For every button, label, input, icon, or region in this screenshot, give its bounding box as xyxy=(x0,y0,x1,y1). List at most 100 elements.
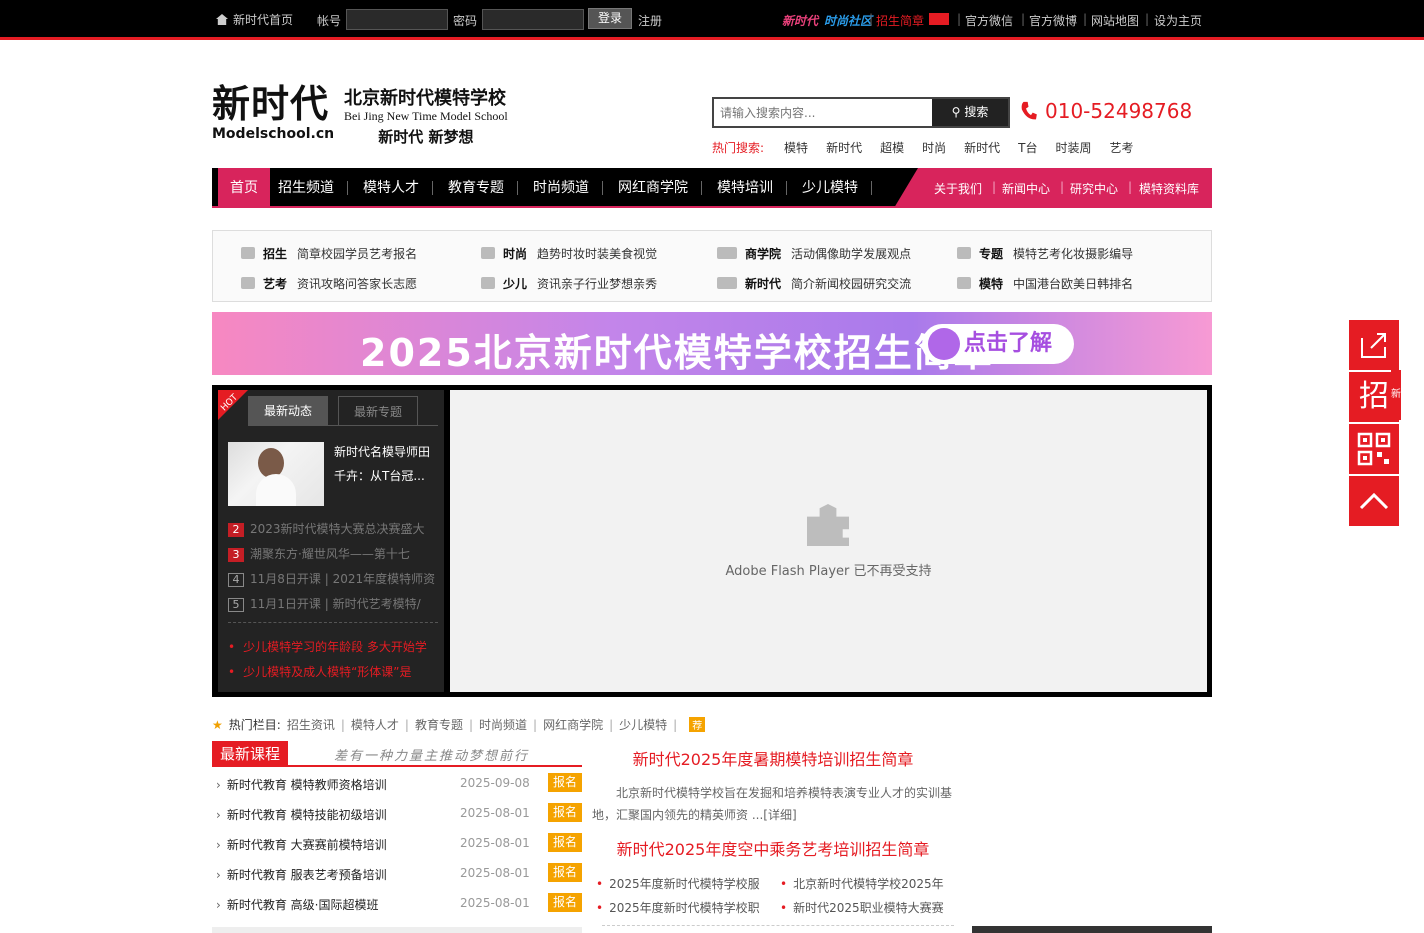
share-icon xyxy=(1361,333,1386,358)
hot-search-item[interactable]: 新时代 xyxy=(826,141,862,155)
category-fashion: 时尚 趋势时妆时装美食视觉 xyxy=(481,245,657,262)
nav-home[interactable]: 首页 xyxy=(218,168,270,208)
list-item[interactable]: 3 潮聚东方·耀世风华——第十七 xyxy=(228,545,410,562)
home-link[interactable]: 新时代首页 xyxy=(216,11,293,28)
hot-search-item[interactable]: T台 xyxy=(1018,141,1037,155)
search-icon: ⚲ xyxy=(951,105,961,119)
back-to-top-button[interactable] xyxy=(1349,476,1399,526)
headline-1[interactable]: 新时代2025年度暑期模特培训招生简章 xyxy=(592,746,954,770)
chevron-up-icon xyxy=(1359,492,1389,510)
chart-icon xyxy=(481,247,495,259)
learn-more-button[interactable]: 点击了解 xyxy=(922,324,1074,364)
nav-about[interactable]: 关于我们 xyxy=(934,180,982,197)
hot-search: 热门搜索: 模特 新时代 超模 时尚 新时代 T台 时装周 艺考 xyxy=(712,141,1134,155)
category-enroll: 招生 简章校园学员艺考报名 xyxy=(241,245,417,262)
account-label: 帐号 xyxy=(317,14,342,28)
news-link[interactable]: 2025年度新时代模特学校职 xyxy=(596,899,760,916)
feature-title[interactable]: 新时代名模导师田千卉：从T台冠... xyxy=(334,440,438,488)
puzzle-icon xyxy=(807,504,849,546)
category-newtime: 新时代 简介新闻校园研究交流 xyxy=(717,275,911,292)
category-kids: 少儿 资讯亲子行业梦想亲秀 xyxy=(481,275,657,292)
nav-fashion[interactable]: 时尚频道 xyxy=(533,168,589,208)
category-business: 商学院 活动偶像助学发展观点 xyxy=(717,245,911,262)
hot-search-item[interactable]: 超模 xyxy=(880,141,904,155)
hot-badge: HOT xyxy=(218,390,248,420)
news-link[interactable]: 北京新时代模特学校2025年 xyxy=(780,875,944,892)
news-link[interactable]: 2025年度新时代模特学校服 xyxy=(596,875,760,892)
enroll-link[interactable]: 招生简章 xyxy=(876,12,950,29)
category-topics: 专题 模特艺考化妆摄影编导 xyxy=(957,245,1133,262)
red-link[interactable]: 少儿模特学习的年龄段 多大开始学 xyxy=(228,638,427,655)
sitemap-link[interactable]: 网站地图 xyxy=(1091,12,1139,29)
password-input[interactable] xyxy=(482,9,584,30)
wechat-link[interactable]: 官方微信 xyxy=(965,12,1013,29)
account-input[interactable] xyxy=(346,9,448,30)
search-input[interactable] xyxy=(714,99,932,126)
enroll-button[interactable]: 报名 xyxy=(548,803,582,822)
featured-section: HOT 最新动态 最新专题 新时代名模导师田千卉：从T台冠... 2 2023新时… xyxy=(212,385,1212,697)
recommend-badge: 荐 xyxy=(689,717,706,732)
school-name: 北京新时代模特学校 Bei Jing New Time Model School… xyxy=(344,88,508,146)
register-link[interactable]: 注册 xyxy=(638,12,662,29)
site-logo[interactable]: 新时代 Modelschool.cn xyxy=(212,82,334,143)
search-box: ⚲搜索 xyxy=(712,97,1010,128)
search-button[interactable]: ⚲ 搜索 xyxy=(932,99,1008,126)
nav-news-center[interactable]: 新闻中心 xyxy=(1002,180,1050,197)
nav-training[interactable]: 模特培训 xyxy=(717,168,773,208)
weibo-link[interactable]: 官方微博 xyxy=(1029,12,1077,29)
plane-icon xyxy=(717,277,737,289)
latest-panel: HOT 最新动态 最新专题 新时代名模导师田千卉：从T台冠... 2 2023新时… xyxy=(218,390,444,692)
main-nav: 首页 招生频道 模特人才 教育专题 时尚频道 网红商学院 模特培训 少儿模特 关… xyxy=(212,168,1212,208)
enroll-button[interactable]: 报名 xyxy=(548,833,582,852)
hot-search-item[interactable]: 时装周 xyxy=(1055,141,1091,155)
category-grid: 招生 简章校园学员艺考报名 时尚 趋势时妆时装美食视觉 商学院 活动偶像助学发展观点 … xyxy=(212,230,1212,302)
list-item[interactable]: 2 2023新时代模特大赛总决赛盛大 xyxy=(228,520,425,537)
login-button[interactable]: 登录 xyxy=(588,8,632,29)
feature-image[interactable] xyxy=(228,442,324,506)
nav-enroll[interactable]: 招生频道 xyxy=(278,168,334,208)
set-homepage-link[interactable]: 设为主页 xyxy=(1154,12,1202,29)
cloud-icon xyxy=(717,247,737,259)
brand-link[interactable]: 新时代 时尚社区 xyxy=(782,12,872,29)
qrcode-button[interactable] xyxy=(1349,424,1399,474)
flag-icon xyxy=(929,13,950,25)
nav-business[interactable]: 网红商学院 xyxy=(618,168,688,208)
enroll-float-button[interactable]: 招新 xyxy=(1349,370,1401,422)
share-button[interactable] xyxy=(1349,320,1399,370)
red-link[interactable]: 少儿模特及成人模特“形体课”是 xyxy=(228,663,411,680)
cup-icon xyxy=(957,277,971,289)
flash-player[interactable]: Adobe Flash Player 已不再受支持 xyxy=(450,390,1207,692)
hot-search-item[interactable]: 时尚 xyxy=(922,141,946,155)
nav-education[interactable]: 教育专题 xyxy=(448,168,504,208)
nav-research[interactable]: 研究中心 xyxy=(1070,180,1118,197)
news-link[interactable]: 新时代2025职业模特大赛赛 xyxy=(780,899,944,916)
courses-title: 最新课程 xyxy=(212,741,289,767)
tree-icon xyxy=(481,277,495,289)
enroll-button[interactable]: 报名 xyxy=(548,773,582,792)
category-exam: 艺考 资讯攻略问答家长志愿 xyxy=(241,275,417,292)
category-model: 模特 中国港台欧美日韩排名 xyxy=(957,275,1133,292)
password-label: 密码 xyxy=(453,14,478,28)
hot-columns: ★ 热门栏目: 招生资讯 | 模特人才 | 教育专题 | 时尚频道 | 网红商学院 | 少儿模特 | 荐 xyxy=(212,716,706,733)
enroll-button[interactable]: 报名 xyxy=(548,893,582,912)
nav-database[interactable]: 模特资料库 xyxy=(1139,180,1199,197)
list-item[interactable]: 4 11月8日开课 | 2021年度模特师资 xyxy=(228,570,435,587)
list-item[interactable]: 5 11月1日开课 | 新时代艺考模特/ xyxy=(228,595,421,612)
enroll-banner[interactable]: 2025北京新时代模特学校招生简章 点击了解 xyxy=(212,312,1212,375)
enroll-button[interactable]: 报名 xyxy=(548,863,582,882)
hot-search-item[interactable]: 新时代 xyxy=(964,141,1000,155)
nav-kids[interactable]: 少儿模特 xyxy=(802,168,858,208)
tab-latest-topics[interactable]: 最新专题 xyxy=(338,396,418,426)
hot-search-item[interactable]: 艺考 xyxy=(1109,141,1133,155)
tab-latest-news[interactable]: 最新动态 xyxy=(248,396,328,426)
star-icon: ★ xyxy=(212,718,223,732)
nav-talent[interactable]: 模特人才 xyxy=(363,168,419,208)
headline-2[interactable]: 新时代2025年度空中乘务艺考培训招生简章 xyxy=(592,836,954,860)
hand-icon xyxy=(928,328,960,360)
qrcode-icon xyxy=(1357,432,1391,466)
latest-courses: 最新课程 差有一种力量主推动梦想前行 新时代教育 模特教师资格培训2025-09… xyxy=(212,741,582,912)
headline-summary: 北京新时代模特学校旨在发掘和培养模特表演专业人才的实训基地，汇聚国内领先的精英师… xyxy=(592,786,953,822)
hot-search-item[interactable]: 模特 xyxy=(784,141,808,155)
phone-icon xyxy=(1021,101,1037,120)
phone-number: 010-52498768 xyxy=(1020,99,1192,123)
